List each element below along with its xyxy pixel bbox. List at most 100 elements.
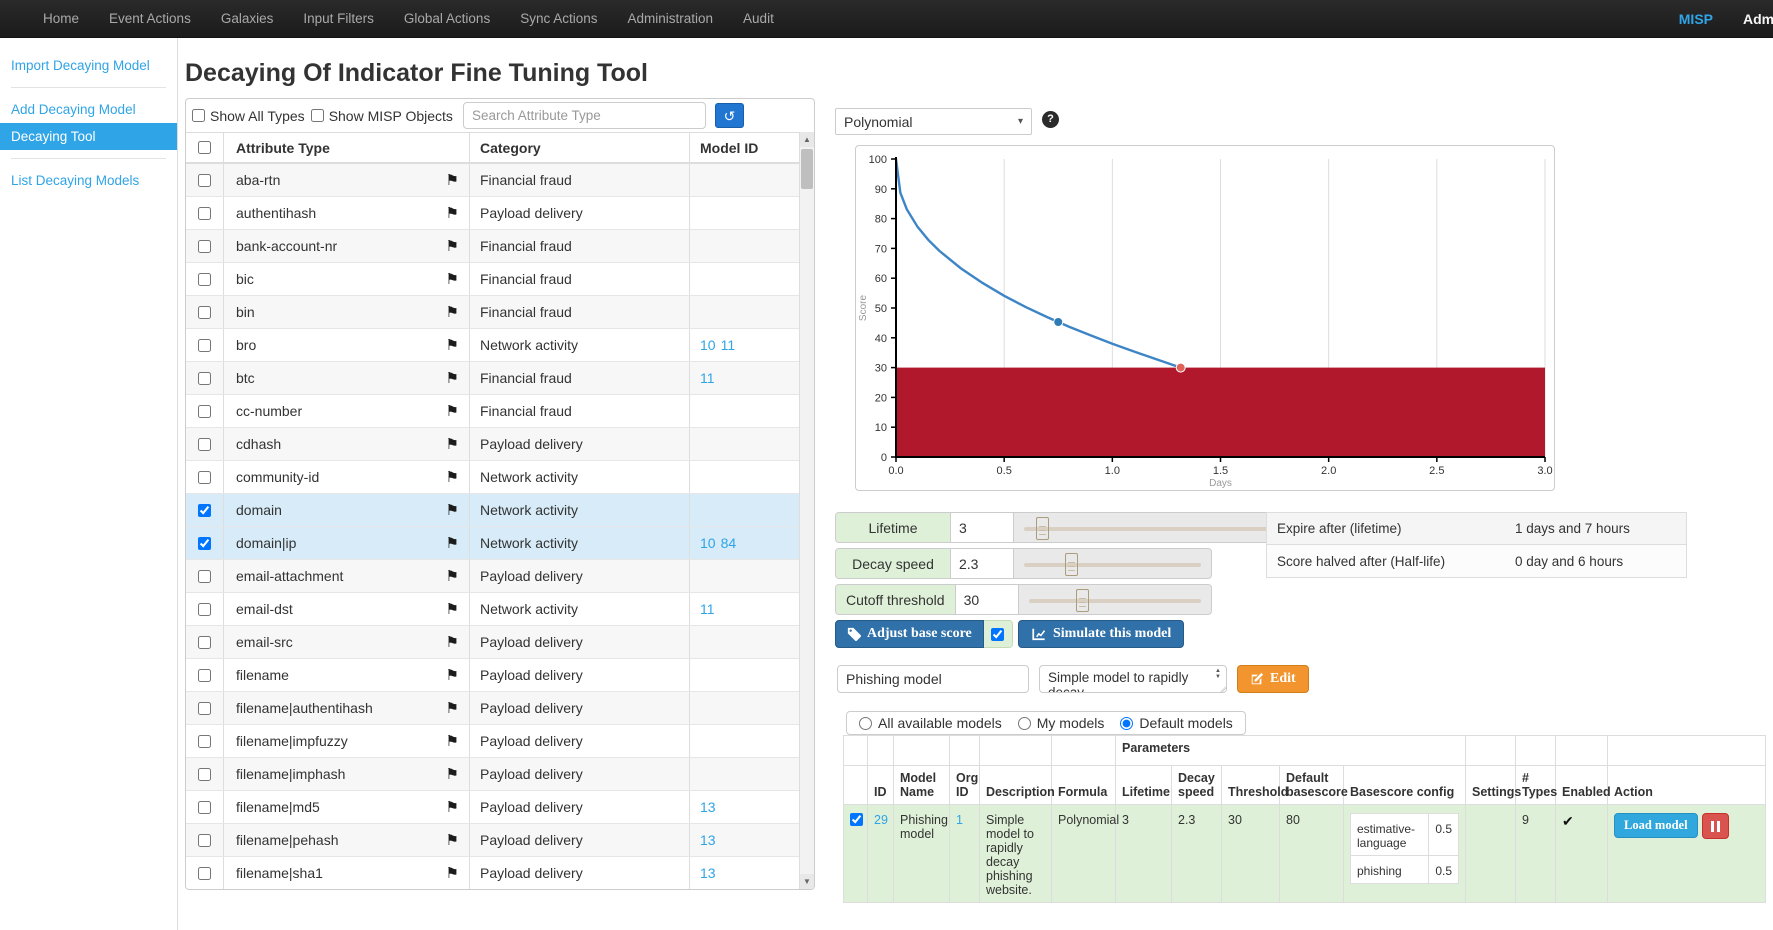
model-row-phishing[interactable]: 29 Phishing model 1 Simple model to rapi…: [844, 805, 1766, 903]
flag-icon[interactable]: ⚑: [446, 501, 459, 519]
flag-icon[interactable]: ⚑: [446, 303, 459, 321]
attribute-row[interactable]: filename|pehash⚑Payload delivery13: [186, 824, 814, 857]
attribute-row-checkbox[interactable]: [198, 471, 211, 484]
flag-icon[interactable]: ⚑: [446, 369, 459, 387]
scrollbar-thumb[interactable]: [801, 149, 813, 189]
flag-icon[interactable]: ⚑: [446, 864, 459, 882]
attribute-row[interactable]: bin⚑Financial fraud: [186, 296, 814, 329]
flag-icon[interactable]: ⚑: [446, 468, 459, 486]
show-all-types-option[interactable]: Show All Types: [192, 108, 305, 124]
default-models-radio[interactable]: [1120, 717, 1133, 730]
attribute-row-checkbox[interactable]: [198, 339, 211, 352]
attribute-row[interactable]: bank-account-nr⚑Financial fraud: [186, 230, 814, 263]
attribute-row-checkbox[interactable]: [198, 669, 211, 682]
cutoff-threshold-slider[interactable]: [1019, 585, 1211, 614]
model-name-input[interactable]: [837, 665, 1029, 693]
flag-icon[interactable]: ⚑: [446, 600, 459, 618]
adjust-base-score-button[interactable]: Adjust base score: [835, 620, 984, 648]
attribute-row[interactable]: cc-number⚑Financial fraud: [186, 395, 814, 428]
nav-item-sync-actions[interactable]: Sync Actions: [505, 0, 612, 38]
flag-icon[interactable]: ⚑: [446, 534, 459, 552]
my-models-radio[interactable]: [1018, 717, 1031, 730]
flag-icon[interactable]: ⚑: [446, 633, 459, 651]
attribute-row[interactable]: filename|imphash⚑Payload delivery: [186, 758, 814, 791]
lifetime-slider[interactable]: [1014, 513, 1291, 542]
lifetime-slider-handle[interactable]: [1036, 517, 1049, 540]
sidebar-item-import-decaying-model[interactable]: Import Decaying Model: [0, 52, 177, 79]
model-id-link[interactable]: 10: [700, 337, 716, 353]
model-id-link[interactable]: 10: [700, 535, 716, 551]
select-all-checkbox[interactable]: [198, 141, 211, 154]
attribute-row[interactable]: filename|md5⚑Payload delivery13: [186, 791, 814, 824]
attribute-row-checkbox[interactable]: [198, 405, 211, 418]
table-scrollbar[interactable]: ▲ ▼: [799, 132, 814, 889]
flag-icon[interactable]: ⚑: [446, 666, 459, 684]
formula-select[interactable]: Polynomial ▾: [835, 108, 1032, 135]
all-available-models-radio[interactable]: [859, 717, 872, 730]
attribute-row[interactable]: filename⚑Payload delivery: [186, 659, 814, 692]
radio-all-available-models[interactable]: All available models: [859, 715, 1002, 731]
search-attribute-input[interactable]: [463, 102, 706, 129]
flag-icon[interactable]: ⚑: [446, 732, 459, 750]
attribute-row[interactable]: cdhash⚑Payload delivery: [186, 428, 814, 461]
flag-icon[interactable]: ⚑: [446, 270, 459, 288]
attribute-row-checkbox[interactable]: [198, 735, 211, 748]
attribute-row-checkbox[interactable]: [198, 570, 211, 583]
misp-brand-link[interactable]: MISP: [1679, 11, 1713, 27]
model-id-link[interactable]: 13: [700, 865, 716, 881]
model-id-link[interactable]: 13: [700, 832, 716, 848]
attribute-row[interactable]: filename|authentihash⚑Payload delivery: [186, 692, 814, 725]
attribute-row[interactable]: aba-rtn⚑Financial fraud: [186, 164, 814, 197]
org-id-link[interactable]: 1: [956, 813, 963, 827]
nav-item-event-actions[interactable]: Event Actions: [94, 0, 206, 38]
flag-icon[interactable]: ⚑: [446, 171, 459, 189]
flag-icon[interactable]: ⚑: [446, 237, 459, 255]
attribute-row[interactable]: filename|sha1⚑Payload delivery13: [186, 857, 814, 890]
cutoff-threshold-input[interactable]: [956, 585, 1019, 614]
nav-item-administration[interactable]: Administration: [613, 0, 729, 38]
nav-item-input-filters[interactable]: Input Filters: [288, 0, 389, 38]
nav-item-global-actions[interactable]: Global Actions: [389, 0, 505, 38]
attribute-row-checkbox[interactable]: [198, 372, 211, 385]
sidebar-item-list-decaying-models[interactable]: List Decaying Models: [0, 167, 177, 194]
attribute-row-checkbox[interactable]: [198, 867, 211, 880]
flag-icon[interactable]: ⚑: [446, 567, 459, 585]
attribute-row[interactable]: email-src⚑Payload delivery: [186, 626, 814, 659]
edit-model-button[interactable]: Edit: [1237, 665, 1309, 693]
attribute-row-checkbox[interactable]: [198, 273, 211, 286]
decay-speed-slider[interactable]: [1014, 549, 1211, 578]
scroll-up-icon[interactable]: ▲: [800, 132, 814, 147]
attribute-row-checkbox[interactable]: [198, 504, 211, 517]
show-all-types-checkbox[interactable]: [192, 109, 205, 122]
flag-icon[interactable]: ⚑: [446, 831, 459, 849]
attribute-row-checkbox[interactable]: [198, 240, 211, 253]
simulate-model-button[interactable]: Simulate this model: [1018, 620, 1184, 648]
model-description-textarea[interactable]: Simple model to rapidly decay: [1039, 665, 1227, 693]
attribute-row-checkbox[interactable]: [198, 603, 211, 616]
model-id-link[interactable]: 84: [721, 535, 737, 551]
nav-item-home[interactable]: Home: [28, 0, 94, 38]
model-id-link[interactable]: 13: [700, 799, 716, 815]
flag-icon[interactable]: ⚑: [446, 798, 459, 816]
flag-icon[interactable]: ⚑: [446, 402, 459, 420]
decay-speed-slider-handle[interactable]: [1065, 553, 1078, 576]
radio-my-models[interactable]: My models: [1018, 715, 1105, 731]
adjust-base-score-checkbox[interactable]: [991, 628, 1004, 641]
attribute-row[interactable]: email-attachment⚑Payload delivery: [186, 560, 814, 593]
sidebar-item-decaying-tool[interactable]: Decaying Tool: [0, 123, 177, 150]
attribute-row[interactable]: filename|impfuzzy⚑Payload delivery: [186, 725, 814, 758]
adjust-base-score-toggle[interactable]: [984, 620, 1013, 648]
flag-icon[interactable]: ⚑: [446, 699, 459, 717]
attribute-row[interactable]: domain|ip⚑Network activity1084: [186, 527, 814, 560]
nav-admin-link[interactable]: Admin: [1743, 11, 1773, 27]
cutoff-threshold-slider-handle[interactable]: [1076, 589, 1089, 612]
attribute-row-checkbox[interactable]: [198, 174, 211, 187]
nav-item-audit[interactable]: Audit: [728, 0, 789, 38]
flag-icon[interactable]: ⚑: [446, 336, 459, 354]
help-icon[interactable]: ?: [1042, 111, 1059, 128]
attribute-row[interactable]: authentihash⚑Payload delivery: [186, 197, 814, 230]
attribute-row[interactable]: community-id⚑Network activity: [186, 461, 814, 494]
attribute-row[interactable]: email-dst⚑Network activity11: [186, 593, 814, 626]
attribute-row-checkbox[interactable]: [198, 834, 211, 847]
attribute-row[interactable]: btc⚑Financial fraud11: [186, 362, 814, 395]
